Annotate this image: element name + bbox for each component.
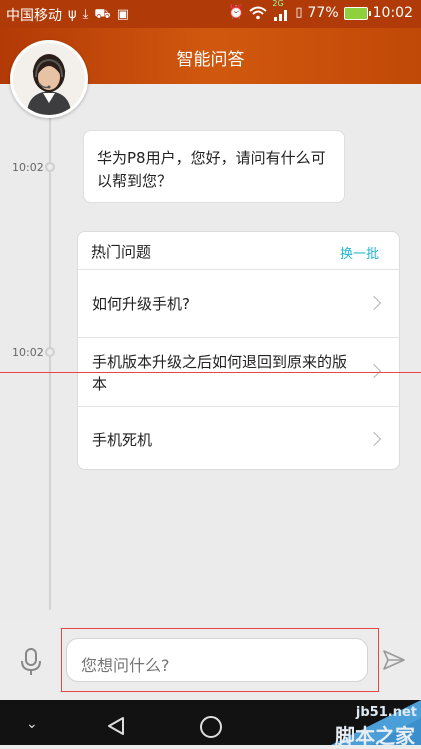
hot-questions-title: 热门问题 [91, 243, 152, 261]
carrier-label: 中国移动 [6, 8, 62, 24]
question-item[interactable]: 手机死机 [78, 407, 399, 469]
question-label: 手机版本升级之后如何退回到原来的版本 [92, 353, 348, 393]
battery-percent: 77% [307, 5, 339, 21]
home-icon[interactable] [200, 716, 222, 738]
car-icon: ⛟ [94, 7, 111, 22]
timeline-dot [45, 347, 55, 357]
question-label: 手机死机 [92, 431, 153, 449]
chat-timeline [49, 110, 51, 610]
chevron-down-icon[interactable]: ⌄ [26, 716, 38, 732]
assistant-avatar [10, 40, 88, 118]
question-item[interactable]: 如何升级手机? [78, 270, 399, 338]
signal-icon: 2G [272, 0, 290, 21]
image-icon: ▣ [116, 7, 129, 22]
annotation-box [61, 628, 379, 692]
message-time: 10:02 [12, 346, 44, 359]
assistant-message-text: 华为P8用户，您好，请问有什么可以帮到您？ [97, 149, 326, 190]
download-icon: ⤓ [82, 7, 89, 22]
hot-questions-card: 热门问题 换一批 如何升级手机? 手机版本升级之后如何退回到原来的版本 手机死机 [77, 231, 400, 470]
refresh-questions-link[interactable]: 换一批 [340, 243, 379, 262]
hot-questions-header: 热门问题 换一批 [78, 232, 399, 270]
usb-icon: ψ [68, 7, 77, 22]
watermark-site: jb51.net [355, 705, 417, 720]
chevron-right-icon [366, 363, 382, 379]
annotation-line [0, 372, 421, 373]
assistant-message-bubble: 华为P8用户，您好，请问有什么可以帮到您？ [83, 130, 345, 203]
chevron-right-icon [366, 295, 382, 310]
battery-icon [343, 6, 371, 20]
timeline-dot [45, 162, 55, 172]
status-time: 10:02 [372, 5, 413, 21]
sim-icon: ▯ [295, 5, 303, 20]
question-label: 如何升级手机? [92, 295, 190, 313]
microphone-icon[interactable] [19, 648, 43, 676]
message-time: 10:02 [12, 161, 44, 174]
back-icon[interactable] [106, 716, 126, 736]
alarm-icon: ⏰ [228, 5, 245, 20]
chevron-right-icon [366, 431, 382, 446]
status-bar: 中国移动 ψ ⤓ ⛟ ▣ ⏰ 2G ▯ 77% 10:02 [0, 0, 421, 28]
send-icon[interactable] [382, 649, 406, 671]
wifi-icon [249, 6, 268, 20]
